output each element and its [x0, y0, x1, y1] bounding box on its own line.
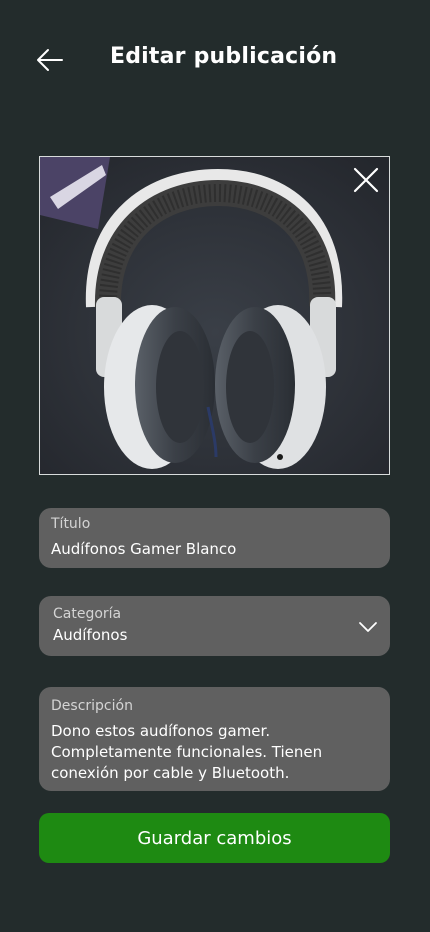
product-photo	[39, 156, 390, 475]
category-select[interactable]: Categoría Audífonos	[39, 596, 390, 656]
title-field[interactable]: Título Audífonos Gamer Blanco	[39, 508, 390, 568]
title-input[interactable]: Audífonos Gamer Blanco	[51, 540, 236, 558]
category-value: Audífonos	[53, 626, 128, 644]
save-changes-button[interactable]: Guardar cambios	[39, 813, 390, 863]
page-title: Editar publicación	[110, 44, 338, 69]
headphones-image	[40, 157, 389, 474]
description-input[interactable]: Dono estos audífonos gamer. Completament…	[51, 721, 387, 784]
description-label: Descripción	[51, 698, 133, 714]
arrow-left-icon[interactable]	[34, 44, 66, 76]
top-bar: Editar publicación	[0, 0, 430, 120]
chevron-down-icon[interactable]	[358, 620, 378, 634]
title-label: Título	[51, 516, 91, 532]
category-label: Categoría	[53, 606, 122, 622]
description-field[interactable]: Descripción Dono estos audífonos gamer. …	[39, 687, 390, 791]
close-icon[interactable]	[351, 165, 381, 195]
